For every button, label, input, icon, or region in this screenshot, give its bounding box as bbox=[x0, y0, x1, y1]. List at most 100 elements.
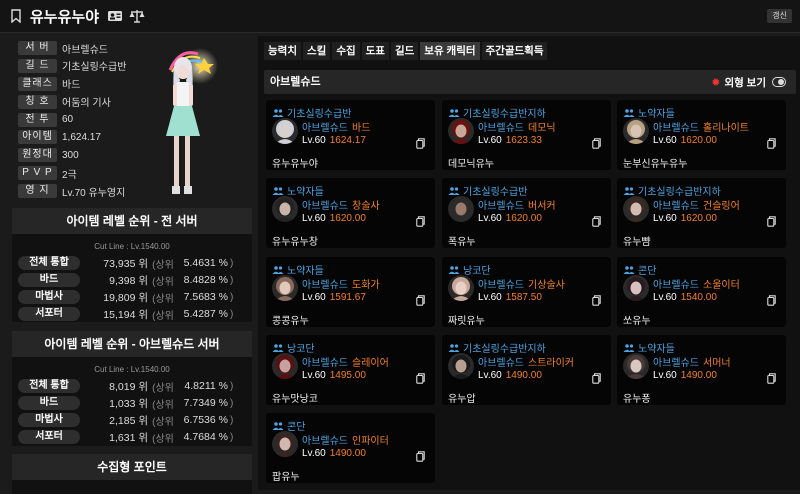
character-class: 스트라이커 bbox=[528, 358, 574, 369]
character-card[interactable]: 낭코단 아브렐슈드 기상술사 Lv.60 1587.50 짜릿유누 bbox=[442, 257, 611, 327]
guild-name: 낭코단 bbox=[463, 266, 491, 277]
level-row: Lv.60 1620.00 bbox=[478, 213, 542, 224]
character-card-name: 쏘유누 bbox=[623, 316, 651, 327]
item-level: 1495.00 bbox=[329, 370, 366, 381]
copy-icon[interactable] bbox=[416, 216, 425, 227]
profile-label: 길 드 bbox=[18, 58, 57, 73]
people-icon bbox=[272, 343, 284, 352]
server-class: 아브렐슈드 소울이터 bbox=[653, 276, 740, 291]
rank-category: 바드 bbox=[18, 273, 80, 287]
character-server: 아브렐슈드 bbox=[653, 280, 699, 291]
character-card[interactable]: 낭코단 아브렐슈드 슬레이어 Lv.60 1495.00 유누맛낭코 bbox=[266, 335, 435, 405]
rank-row: 마법사 2,185 위 (상위 6.7536 %) bbox=[18, 412, 252, 428]
character-thumbnail bbox=[272, 353, 298, 379]
character-name: 유누유누야 bbox=[30, 8, 100, 26]
character-level: Lv.60 bbox=[653, 370, 677, 381]
character-card[interactable]: 콘단 아브렐슈드 소울이터 Lv.60 1540.00 쏘유누 bbox=[617, 257, 786, 327]
level-row: Lv.60 1620.00 bbox=[653, 135, 717, 146]
server-class: 아브렐슈드 스트라이커 bbox=[478, 354, 574, 369]
character-card[interactable]: 노약자들 아브렐슈드 서머너 Lv.60 1490.00 유누퐁 bbox=[617, 335, 786, 405]
item-level: 1620.00 bbox=[329, 213, 366, 224]
item-level: 1591.67 bbox=[329, 292, 366, 303]
rank-percent: 5.4287 % bbox=[183, 308, 228, 320]
character-level: Lv.60 bbox=[302, 292, 326, 303]
character-card[interactable]: 노약자들 아브렐슈드 창술사 Lv.60 1620.00 유누유누창 bbox=[266, 178, 435, 248]
guild-row: 낭코단 bbox=[272, 340, 315, 355]
rank-all-title: 아이템 레벨 순위 - 전 서버 bbox=[12, 208, 252, 234]
copy-icon[interactable] bbox=[767, 373, 776, 384]
character-thumbnail bbox=[448, 196, 474, 222]
rank-percent: 7.7349 % bbox=[183, 397, 228, 409]
tab-item[interactable]: 스킬 bbox=[302, 42, 331, 60]
character-card[interactable]: 기초실링수급반 아브렐슈드 버서커 Lv.60 1620.00 폭유누 bbox=[442, 178, 611, 248]
character-card[interactable]: 노약자들 아브렐슈드 홀리나이트 Lv.60 1620.00 눈부신유누유누 bbox=[617, 100, 786, 170]
copy-icon[interactable] bbox=[767, 295, 776, 306]
character-class: 데모닉 bbox=[528, 123, 556, 134]
toggle-switch-icon[interactable] bbox=[772, 77, 786, 87]
level-row: Lv.60 1623.33 bbox=[478, 135, 542, 146]
character-class: 소울이터 bbox=[703, 280, 740, 291]
profile-row: 원정대 300 bbox=[18, 147, 158, 163]
copy-icon[interactable] bbox=[416, 451, 425, 462]
profile-value: 바드 bbox=[62, 80, 81, 92]
character-level: Lv.60 bbox=[478, 292, 502, 303]
copy-icon[interactable] bbox=[592, 373, 601, 384]
copy-icon[interactable] bbox=[592, 295, 601, 306]
level-row: Lv.60 1490.00 bbox=[478, 370, 542, 381]
copy-icon[interactable] bbox=[416, 373, 425, 384]
copy-icon[interactable] bbox=[767, 216, 776, 227]
refresh-button[interactable]: 갱신 bbox=[767, 9, 792, 23]
tab-item[interactable]: 주간골드획득 bbox=[481, 42, 548, 60]
tab-item[interactable]: 도표 bbox=[361, 42, 389, 60]
tab-item[interactable]: 수집 bbox=[332, 42, 360, 60]
character-card[interactable]: 콘단 아브렐슈드 인파이터 Lv.60 1490.00 팝유누 bbox=[266, 413, 435, 483]
tab-item[interactable]: 능력치 bbox=[264, 42, 301, 60]
character-card[interactable]: 기초실링수급반지하 아브렐슈드 스트라이커 Lv.60 1490.00 유누압 bbox=[442, 335, 611, 405]
character-card-name: 짜릿유누 bbox=[448, 316, 485, 327]
character-card-name: 폭유누 bbox=[448, 237, 476, 248]
character-card[interactable]: 기초실링수급반지하 아브렐슈드 데모닉 Lv.60 1623.33 데모닉유누 bbox=[442, 100, 611, 170]
level-row: Lv.60 1495.00 bbox=[302, 370, 366, 381]
copy-icon[interactable] bbox=[592, 216, 601, 227]
character-card[interactable]: 기초실링수급반지하 아브렐슈드 건슬링어 Lv.60 1620.00 유누뺨 bbox=[617, 178, 786, 248]
server-class: 아브렐슈드 홀리나이트 bbox=[653, 119, 749, 134]
server-class: 아브렐슈드 슬레이어 bbox=[302, 354, 389, 369]
profile-label: P V P bbox=[18, 166, 57, 181]
profile-row: 영 지 Lv.70 유누영지 bbox=[18, 183, 158, 199]
copy-icon[interactable] bbox=[767, 138, 776, 149]
tab-item[interactable]: 보유 캐릭터 bbox=[420, 42, 480, 60]
guild-name: 기초실링수급반지하 bbox=[463, 344, 546, 355]
character-class: 버서커 bbox=[528, 201, 556, 212]
scale-icon[interactable] bbox=[129, 9, 145, 23]
item-level: 1620.00 bbox=[505, 213, 542, 224]
character-card[interactable]: 노약자들 아브렐슈드 도화가 Lv.60 1591.67 콩콩유누 bbox=[266, 257, 435, 327]
guild-name: 낭코단 bbox=[287, 344, 315, 355]
copy-icon[interactable] bbox=[592, 138, 601, 149]
rank-row: 전체 통합 8,019 위 (상위 4.8211 %) bbox=[18, 378, 252, 394]
rank-row: 바드 9,398 위 (상위 8.4828 %) bbox=[18, 272, 252, 288]
character-card-name: 유누뺨 bbox=[623, 237, 651, 248]
bookmark-icon[interactable] bbox=[10, 9, 22, 23]
rank-number: 1,033 위 bbox=[109, 397, 148, 410]
character-level: Lv.60 bbox=[653, 213, 677, 224]
level-row: Lv.60 1587.50 bbox=[478, 292, 542, 303]
character-thumbnail bbox=[272, 196, 298, 222]
character-server: 아브렐슈드 bbox=[302, 280, 348, 291]
level-row: Lv.60 1620.00 bbox=[653, 213, 717, 224]
item-level: 1620.00 bbox=[680, 213, 717, 224]
rank-percent: 7.5683 % bbox=[183, 291, 228, 303]
appearance-toggle[interactable]: ✹ 외형 보기 bbox=[711, 70, 786, 94]
server-class: 아브렐슈드 바드 bbox=[302, 119, 370, 134]
copy-icon[interactable] bbox=[416, 295, 425, 306]
people-icon bbox=[448, 108, 460, 117]
id-card-icon[interactable] bbox=[107, 10, 123, 22]
character-card[interactable]: 기초실링수급반 아브렐슈드 바드 Lv.60 1624.17 유누유누야 bbox=[266, 100, 435, 170]
profile-label: 클래스 bbox=[18, 76, 57, 91]
rank-all-servers: 아이템 레벨 순위 - 전 서버 Cut Line : Lv.1540.00 전… bbox=[12, 208, 252, 322]
tab-item[interactable]: 길드 bbox=[390, 42, 419, 60]
profile-row: 칭 호 어둠의 기사 bbox=[18, 94, 158, 110]
copy-icon[interactable] bbox=[416, 138, 425, 149]
rank-percent: 4.8211 % bbox=[184, 380, 228, 392]
character-card-name: 유누압 bbox=[448, 394, 476, 405]
server-class: 아브렐슈드 인파이터 bbox=[302, 432, 389, 447]
